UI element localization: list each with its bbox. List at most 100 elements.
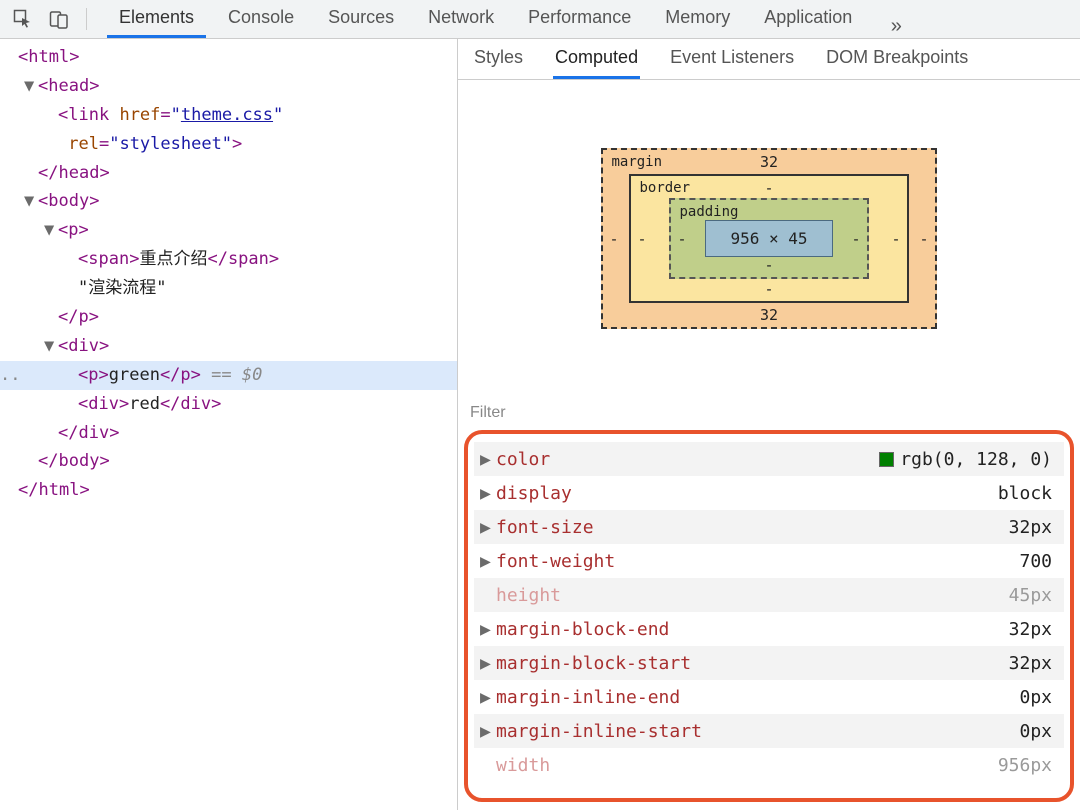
computed-property-value: 0px <box>1019 721 1064 742</box>
sidebar-tab-styles[interactable]: Styles <box>472 39 525 79</box>
computed-filter-row: Filter <box>458 398 1080 430</box>
computed-property-name: font-size <box>496 517 594 538</box>
computed-property-row[interactable]: ▶margin-block-end 32px <box>474 612 1064 646</box>
box-model-padding-bottom: - <box>764 256 773 274</box>
computed-properties-list[interactable]: ▶colorrgb(0, 128, 0)▶displayblock▶font-s… <box>474 442 1064 782</box>
box-model-padding-right: - <box>852 230 861 248</box>
computed-property-row[interactable]: ▶font-size 32px <box>474 510 1064 544</box>
dom-node-line[interactable]: <div>red</div> <box>0 390 457 419</box>
dom-node-line[interactable]: </head> <box>0 159 457 188</box>
computed-property-name: color <box>496 449 550 470</box>
expand-tri-icon[interactable]: ▶ <box>480 483 496 504</box>
color-swatch-icon[interactable] <box>879 452 894 467</box>
computed-property-row[interactable]: ▶color rgb(0, 128, 0) <box>474 442 1064 476</box>
computed-filter-input[interactable]: Filter <box>470 404 506 421</box>
box-model-padding-label: padding <box>679 204 738 220</box>
computed-property-row[interactable]: ▶display block <box>474 476 1064 510</box>
toolbar-separator <box>86 8 87 30</box>
computed-property-name: height <box>496 585 561 606</box>
box-model-diagram[interactable]: margin 32 32 - - border - - - - padding … <box>458 80 1080 398</box>
sidebar-tab-dom-breakpoints[interactable]: DOM Breakpoints <box>824 39 970 79</box>
box-model-border-label: border <box>639 180 690 196</box>
computed-property-row[interactable]: ▶margin-inline-end0px <box>474 680 1064 714</box>
devtools-main: <html>▼ <head><link href="theme.css" rel… <box>0 39 1080 810</box>
computed-property-value: 32px <box>1009 653 1064 674</box>
box-model-margin[interactable]: margin 32 32 - - border - - - - padding … <box>601 148 936 329</box>
expand-tri-icon[interactable]: ▶ <box>480 619 496 640</box>
tab-performance[interactable]: Performance <box>516 0 643 38</box>
computed-property-value: 32px <box>1009 517 1064 538</box>
dom-node-line[interactable]: </body> <box>0 447 457 476</box>
tab-application[interactable]: Application <box>752 0 864 38</box>
elements-panel[interactable]: <html>▼ <head><link href="theme.css" rel… <box>0 39 458 810</box>
box-model-border-right: - <box>892 230 901 248</box>
box-model-margin-left: - <box>609 230 618 248</box>
tab-network[interactable]: Network <box>416 0 506 38</box>
dom-node-line[interactable]: </html> <box>0 476 457 505</box>
box-model-border-top: - <box>764 179 773 197</box>
dom-node-line[interactable]: ▼ <div> <box>0 332 457 361</box>
sidebar-tabs: Styles Computed Event Listeners DOM Breakpo… <box>458 39 1080 80</box>
expand-tri-icon[interactable]: ▶ <box>480 517 496 538</box>
expand-toggle-icon[interactable]: ▼ <box>24 72 38 101</box>
computed-property-value: 45px <box>1009 585 1064 606</box>
computed-property-row[interactable]: ▶margin-inline-start 0px <box>474 714 1064 748</box>
dom-node-line[interactable]: <html> <box>0 43 457 72</box>
box-model-margin-top: 32 <box>760 153 778 171</box>
tabs-overflow-icon[interactable]: » <box>878 15 914 38</box>
sidebar-tab-event-listeners[interactable]: Event Listeners <box>668 39 796 79</box>
computed-property-value: block <box>998 483 1064 504</box>
dom-node-line[interactable]: ▼ <body> <box>0 187 457 216</box>
box-model-border[interactable]: border - - - - padding - - - 956 × 45 <box>629 174 908 303</box>
dom-node-line[interactable]: ▼ <p> <box>0 216 457 245</box>
box-model-border-bottom: - <box>764 280 773 298</box>
computed-property-value: 32px <box>1009 619 1064 640</box>
sidebar-tab-computed[interactable]: Computed <box>553 39 640 79</box>
dom-node-line[interactable]: <link href="theme.css" rel="stylesheet"> <box>0 101 457 159</box>
computed-property-name: font-weight <box>496 551 615 572</box>
computed-property-row[interactable]: ▶height45px <box>474 578 1064 612</box>
expand-tri-icon[interactable]: ▶ <box>480 449 496 470</box>
tab-elements[interactable]: Elements <box>107 0 206 38</box>
expand-toggle-icon[interactable]: ▼ <box>44 216 58 245</box>
dom-node-line[interactable]: </div> <box>0 419 457 448</box>
expand-toggle-icon[interactable]: ▼ <box>24 187 38 216</box>
expand-toggle-icon[interactable]: ▼ <box>44 332 58 361</box>
computed-property-value: rgb(0, 128, 0) <box>879 449 1064 470</box>
devtools-toolbar: Elements Console Sources Network Performance… <box>0 0 1080 39</box>
computed-property-row[interactable]: ▶margin-block-start32px <box>474 646 1064 680</box>
computed-property-name: margin-inline-start <box>496 721 702 742</box>
elements-sidebar: Styles Computed Event Listeners DOM Breakpo… <box>458 39 1080 810</box>
computed-property-name: width <box>496 755 550 776</box>
box-model-margin-right: - <box>920 230 929 248</box>
expand-tri-icon[interactable]: ▶ <box>480 653 496 674</box>
box-model-padding-left: - <box>677 230 686 248</box>
devtools-tabs: Elements Console Sources Network Performance… <box>107 0 914 38</box>
computed-property-value: 956px <box>998 755 1064 776</box>
dom-node-line[interactable]: </p> <box>0 303 457 332</box>
dom-node-line[interactable]: ▼ <head> <box>0 72 457 101</box>
dom-tree[interactable]: <html>▼ <head><link href="theme.css" rel… <box>0 39 457 505</box>
computed-property-value: 0px <box>1019 687 1064 708</box>
computed-property-name: margin-block-end <box>496 619 669 640</box>
tab-sources[interactable]: Sources <box>316 0 406 38</box>
expand-tri-icon[interactable]: ▶ <box>480 687 496 708</box>
box-model-content[interactable]: 956 × 45 <box>705 220 832 257</box>
expand-tri-icon[interactable]: ▶ <box>480 551 496 572</box>
computed-property-name: display <box>496 483 572 504</box>
expand-tri-icon[interactable]: ▶ <box>480 721 496 742</box>
computed-property-value: 700 <box>1019 551 1064 572</box>
box-model-border-left: - <box>637 230 646 248</box>
dom-node-line[interactable]: "渲染流程" <box>0 274 457 303</box>
computed-property-row[interactable]: ▶width956px <box>474 748 1064 782</box>
tab-console[interactable]: Console <box>216 0 306 38</box>
computed-property-row[interactable]: ▶font-weight 700 <box>474 544 1064 578</box>
dom-node-line[interactable]: ..<p>green</p> == $0 <box>0 361 457 390</box>
box-model-content-size: 956 × 45 <box>730 229 807 248</box>
box-model-margin-label: margin <box>611 154 662 170</box>
device-toolbar-icon[interactable] <box>42 3 76 35</box>
dom-node-line[interactable]: <span>重点介绍</span> <box>0 245 457 274</box>
box-model-padding[interactable]: padding - - - 956 × 45 <box>669 198 868 279</box>
tab-memory[interactable]: Memory <box>653 0 742 38</box>
inspect-element-icon[interactable] <box>6 3 40 35</box>
